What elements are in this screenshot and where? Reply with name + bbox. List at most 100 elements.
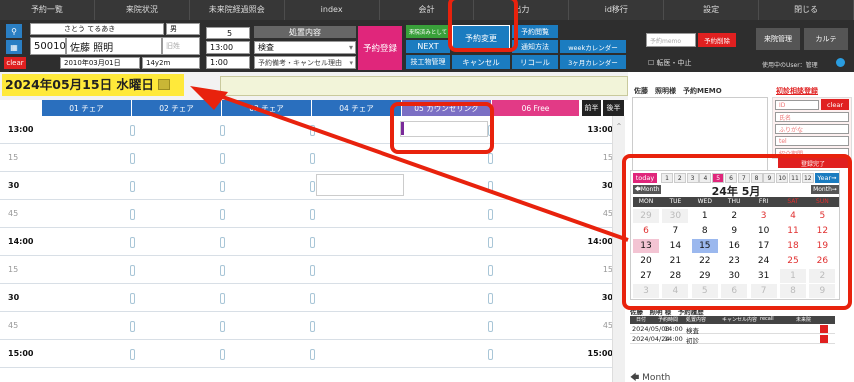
slot-handle[interactable] — [220, 209, 225, 220]
slot-handle[interactable] — [220, 153, 225, 164]
slot-handle[interactable] — [488, 265, 493, 276]
transfer-checkbox[interactable]: ☐ 転医・中止 — [648, 58, 692, 68]
slot-handle[interactable] — [220, 349, 225, 360]
slot-handle[interactable] — [310, 265, 315, 276]
slot-handle[interactable] — [130, 125, 135, 136]
visited-button[interactable]: 来院済みとして — [406, 25, 450, 38]
slot-handle[interactable] — [220, 181, 225, 192]
nav-unvisited[interactable]: 未来院経過照会 — [190, 0, 285, 20]
history-row[interactable]: 2024/04/24 14:00 初診 — [630, 334, 835, 345]
slot-handle[interactable] — [220, 125, 225, 136]
memo-header: 佐藤 照明様 予約MEMO — [634, 87, 722, 95]
nav-settings[interactable]: 設定 — [664, 0, 760, 20]
chevron-down-icon: ▾ — [349, 58, 353, 67]
slot-layer — [0, 116, 612, 382]
slot-handle[interactable] — [130, 153, 135, 164]
tab-chair-01[interactable]: 01 チェア — [42, 100, 132, 116]
search-icon[interactable]: ⚲ — [6, 24, 22, 38]
reserve-button[interactable]: 予約登録 — [358, 26, 402, 70]
next-button[interactable]: NEXT — [406, 40, 450, 53]
slot-handle[interactable] — [488, 237, 493, 248]
slot-handle[interactable] — [488, 153, 493, 164]
nav-reservation-list[interactable]: 予約一覧 — [0, 0, 95, 20]
slot-handle[interactable] — [130, 349, 135, 360]
patient-name[interactable]: 佐藤 照明 — [66, 37, 162, 55]
notice-field[interactable] — [220, 76, 628, 96]
chevron-up-icon[interactable]: ⌃ — [613, 122, 625, 131]
slot-handle[interactable] — [220, 265, 225, 276]
tab-chair-02[interactable]: 02 チェア — [132, 100, 222, 116]
slot-handle[interactable] — [310, 349, 315, 360]
slot-handle[interactable] — [130, 181, 135, 192]
nav-id-transfer[interactable]: id移行 — [569, 0, 665, 20]
slot-handle[interactable] — [130, 209, 135, 220]
slot-handle[interactable] — [488, 209, 493, 220]
tab-chair-03[interactable]: 03 チェア — [222, 100, 312, 116]
user-label: 使用中のUser：管理 — [762, 62, 818, 69]
week-calendar-button[interactable]: weekカレンダー — [560, 40, 626, 53]
reg-kana-field[interactable]: ふりがな — [775, 124, 849, 134]
slot-handle[interactable] — [310, 153, 315, 164]
slot-handle[interactable] — [130, 265, 135, 276]
visit-manage-button[interactable]: 来院管理 — [756, 28, 800, 50]
header-panel: ⚲ ▦ clear さとう てるあき 男 500101 佐藤 照明 旧姓 201… — [0, 20, 854, 72]
second-half-button[interactable]: 後半 — [603, 100, 625, 116]
calendar-icon[interactable]: ▦ — [6, 40, 22, 54]
slot-handle[interactable] — [220, 293, 225, 304]
history-col-header: キャンセル内容 — [722, 317, 758, 323]
reservation-history: 佐藤 照明 様 予約履歴 日付 予約時間 処置内容 キャンセル内容 recall 未来院 … — [630, 306, 835, 354]
memo-input[interactable]: 予約備考・キャンセル理由 ▾ — [254, 56, 356, 69]
tech-manage-button[interactable]: 技工物管理 — [406, 55, 450, 69]
gender-field[interactable]: 男 — [166, 23, 200, 35]
status-dot — [836, 58, 845, 67]
delete-reservation-button[interactable]: 予約削除 — [698, 33, 736, 47]
nav-visit-status[interactable]: 来院状況 — [95, 0, 190, 20]
history-cell: 14:00 — [664, 325, 683, 333]
top-nav: 予約一覧 来院状況 未来院経過照会 index 会計 出力 id移行 設定 閉じ… — [0, 0, 854, 20]
tab-free[interactable]: 06 Free — [492, 100, 580, 116]
slot-handle[interactable] — [310, 237, 315, 248]
time-field[interactable]: 13:00 — [206, 41, 250, 54]
slot-handle[interactable] — [488, 321, 493, 332]
reg-tel-field[interactable]: tel — [775, 136, 849, 146]
slot-handle[interactable] — [488, 293, 493, 304]
first-half-button[interactable]: 前半 — [582, 100, 602, 116]
slot-handle[interactable] — [220, 237, 225, 248]
reg-id-field[interactable]: ID — [775, 100, 819, 110]
karte-button[interactable]: カルテ — [804, 28, 848, 50]
slot-handle[interactable] — [310, 293, 315, 304]
reservation-memo-field[interactable]: 予約memo — [646, 33, 696, 47]
patient-id[interactable]: 500101 — [30, 37, 72, 55]
duration2-field[interactable]: 1:00 — [206, 56, 250, 69]
slot-handle[interactable] — [488, 349, 493, 360]
old-name-field[interactable]: 旧姓 — [162, 37, 200, 55]
nav-close[interactable]: 閉じる — [759, 0, 854, 20]
cancel-button[interactable]: キャンセル — [452, 55, 510, 69]
slot-handle[interactable] — [310, 181, 315, 192]
history-row[interactable]: 2024/05/08 14:00 検査 — [630, 324, 835, 335]
treatment-select[interactable]: 検査 ▾ — [254, 41, 356, 54]
clear-button[interactable]: clear — [4, 57, 26, 69]
view-reservation-button[interactable]: 予約閲覧 — [512, 25, 558, 38]
treatment-header: 処置内容 — [254, 26, 356, 38]
reg-name-field[interactable]: 氏名 — [775, 112, 849, 122]
reg-clear-button[interactable]: clear — [821, 99, 849, 110]
slot-handle[interactable] — [310, 321, 315, 332]
slot-handle[interactable] — [130, 321, 135, 332]
nav-index[interactable]: index — [285, 0, 380, 20]
empty-slot-input[interactable] — [316, 174, 404, 196]
slot-handle[interactable] — [130, 237, 135, 248]
bottom-month-nav[interactable]: 🡄 Month — [630, 370, 710, 382]
history-col-header: 処置内容 — [686, 317, 707, 323]
tab-chair-04[interactable]: 04 チェア — [312, 100, 402, 116]
calendar-icon[interactable] — [158, 79, 170, 90]
slot-handle[interactable] — [488, 181, 493, 192]
slot-handle[interactable] — [310, 125, 315, 136]
notify-method-button[interactable]: 通知方法 — [512, 40, 558, 53]
slot-handle[interactable] — [130, 293, 135, 304]
recall-button[interactable]: リコール — [512, 55, 558, 69]
three-month-calendar-button[interactable]: 3ヶ月カレンダー — [560, 55, 626, 69]
slot-handle[interactable] — [220, 321, 225, 332]
slot-handle[interactable] — [310, 209, 315, 220]
duration-field[interactable]: 5 — [206, 27, 250, 39]
